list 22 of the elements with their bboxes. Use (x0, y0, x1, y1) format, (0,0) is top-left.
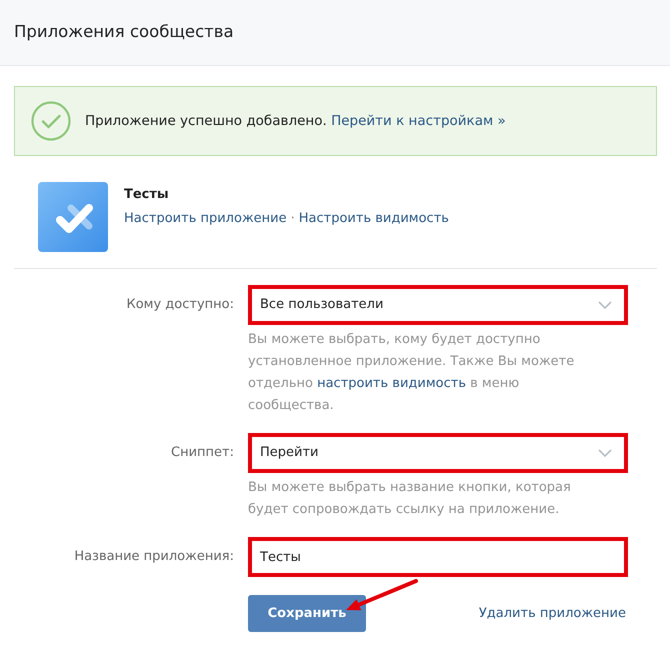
alert-message: Приложение успешно добавлено. Перейти к настройкам » (85, 112, 506, 131)
chevron-down-icon (598, 301, 612, 309)
dropdown-field[interactable]: Перейти (248, 433, 628, 473)
app-link[interactable]: Настроить видимость (298, 211, 449, 226)
save-button[interactable]: Сохранить (248, 595, 366, 632)
field-label: Название приложения: (74, 549, 234, 564)
page-title: Приложения сообщества (14, 21, 234, 44)
link-separator: · (290, 211, 295, 226)
field-hint: Вы можете выбрать, кому будет доступно установленное приложение. Также Вы можете отдельно настроить видимость в меню сообщества. (248, 331, 576, 415)
app-link[interactable]: Настроить приложение (124, 211, 287, 226)
text-field[interactable]: Тесты (248, 537, 628, 577)
chevron-down-icon (598, 449, 612, 457)
field-label: Кому доступно: (126, 297, 234, 312)
app-title: Тесты (124, 186, 169, 204)
settings-link[interactable]: Перейти к настройкам » (331, 112, 506, 129)
delete-app-link[interactable]: Удалить приложение (478, 604, 626, 624)
check-circle-icon (31, 101, 71, 141)
field-hint: Вы можете выбрать название кнопки, которая будет сопровождать ссылку на приложение. (248, 479, 572, 519)
hint-link[interactable]: настроить видимость (317, 376, 466, 391)
field-label: Сниппет: (171, 445, 234, 460)
app-logo-icon (38, 182, 108, 252)
dropdown-field[interactable]: Все пользователи (248, 285, 628, 325)
